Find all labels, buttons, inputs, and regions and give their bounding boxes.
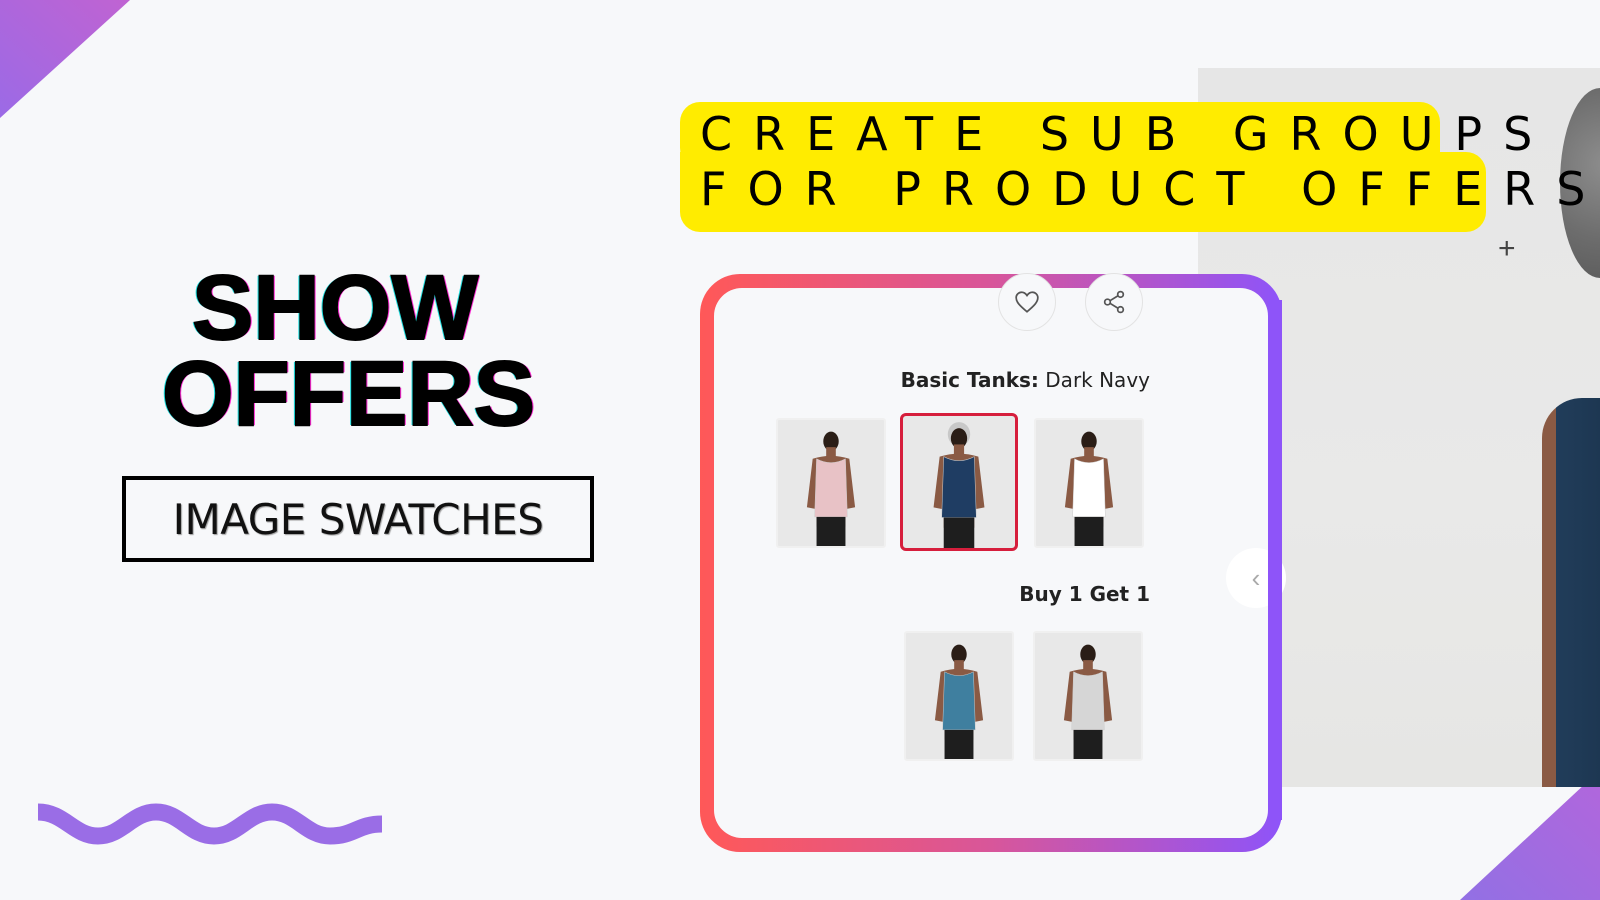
corner-triangle-bottom-right [1460,770,1600,900]
frame-right-edge [1268,300,1282,820]
model-figure [1064,431,1114,546]
share-icon [1103,290,1125,314]
feature-label: IMAGE SWATCHES [172,494,544,544]
share-button[interactable] [1085,273,1143,331]
selected-variant: Dark Navy [1045,368,1150,392]
group-name: Basic Tanks: [900,368,1039,392]
model-figure [1063,644,1113,759]
swatch-blue[interactable] [904,631,1014,761]
wishlist-button[interactable] [998,273,1056,331]
wave-decoration [37,803,383,845]
feature-label-box: IMAGE SWATCHES [122,476,594,562]
product-widget-frame [700,274,1282,852]
swatch-dark-navy[interactable] [900,413,1018,551]
group-title-buy1get1: Buy 1 Get 1 [1019,582,1150,606]
model-figure [934,644,984,759]
swatch-white[interactable] [1034,418,1144,548]
heart-icon [1015,291,1039,313]
banner-title-line2: FOR PRODUCT OFFERS [700,162,1600,216]
plus-icon[interactable]: + [1498,234,1516,264]
group-title-basic-tanks: Basic Tanks: Dark Navy [901,368,1150,392]
model-torso-navy-tank [1542,398,1600,787]
headline-line1: SHOW [191,257,479,359]
banner-title-line1: CREATE SUB GROUPS [700,107,1554,161]
corner-triangle-top-left [0,0,130,118]
model-figure [933,422,985,548]
model-figure [806,431,856,546]
swatch-pink[interactable] [776,418,886,548]
swatch-light-grey[interactable] [1033,631,1143,761]
headline-line2: OFFERS [161,343,536,445]
chevron-left-icon: ‹ [1251,562,1261,593]
